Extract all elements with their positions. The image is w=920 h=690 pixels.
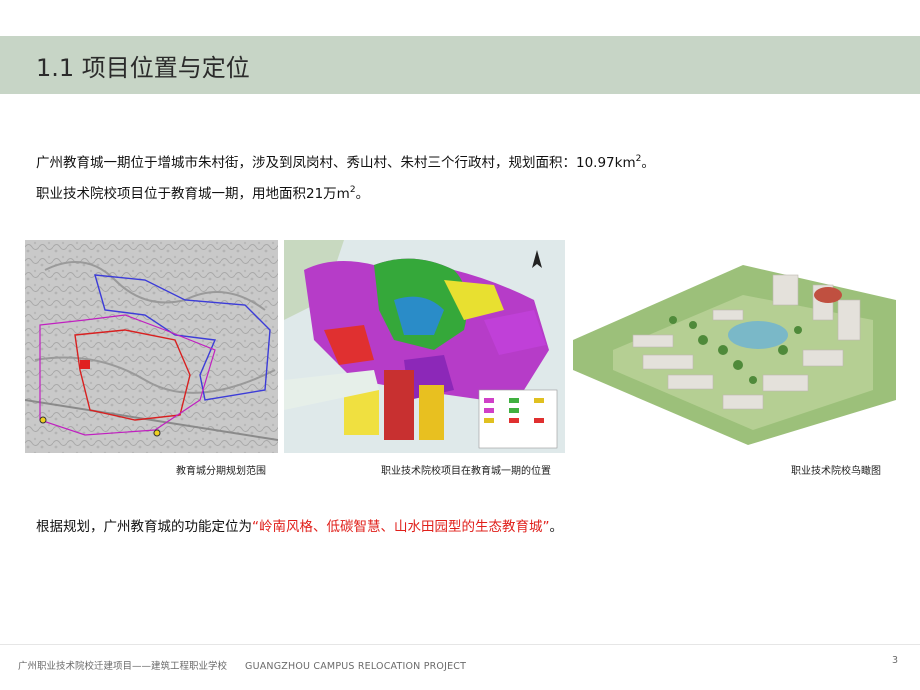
function-positioning: 根据规划，广州教育城的功能定位为“岭南风格、低碳智慧、山水田园型的生态教育城”。 <box>36 515 563 535</box>
footer-cn-title: 广州职业技术院校迁建项目——建筑工程职业学校 <box>18 661 228 672</box>
page-title: 1.1 项目位置与定位 <box>36 54 250 82</box>
title-band: 1.1 项目位置与定位 <box>0 36 920 94</box>
footer-en-title: GUANGZHOU CAMPUS RELOCATION PROJECT <box>245 661 467 672</box>
phase-plan-map-image <box>25 240 278 453</box>
caption-birds-eye-view: 职业技术院校鸟瞰图 <box>791 466 881 477</box>
positioning-suffix: 。 <box>549 519 564 535</box>
intro-line-2-end: 。 <box>355 186 370 202</box>
page-number: 3 <box>891 655 898 666</box>
intro-line-1: 广州教育城一期位于增城市朱村街，涉及到凤岗村、秀山村、朱村三个行政村，规划面积：… <box>36 146 655 177</box>
positioning-prefix: 根据规划，广州教育城的功能定位为 <box>36 519 252 535</box>
intro-line-2-text: 职业技术院校项目位于教育城一期，用地面积21万m <box>36 186 350 202</box>
footer-divider <box>0 644 920 645</box>
intro-line-2: 职业技术院校项目位于教育城一期，用地面积21万m2。 <box>36 177 655 208</box>
intro-line-1-end: 。 <box>641 155 655 171</box>
location-plan-image <box>284 240 565 453</box>
caption-phase-plan-map: 教育城分期规划范围 <box>176 466 266 477</box>
intro-line-1-text: 广州教育城一期位于增城市朱村街，涉及到凤岗村、秀山村、朱村三个行政村，规划面积：… <box>36 155 636 171</box>
intro-text: 广州教育城一期位于增城市朱村街，涉及到凤岗村、秀山村、朱村三个行政村，规划面积：… <box>36 146 655 208</box>
footer: 广州职业技术院校迁建项目——建筑工程职业学校 GUANGZHOU CAMPUS R… <box>18 658 466 672</box>
positioning-highlight: “岭南风格、低碳智慧、山水田园型的生态教育城” <box>252 519 550 535</box>
caption-location-plan: 职业技术院校项目在教育城一期的位置 <box>381 466 551 477</box>
birds-eye-view-image <box>573 240 896 453</box>
